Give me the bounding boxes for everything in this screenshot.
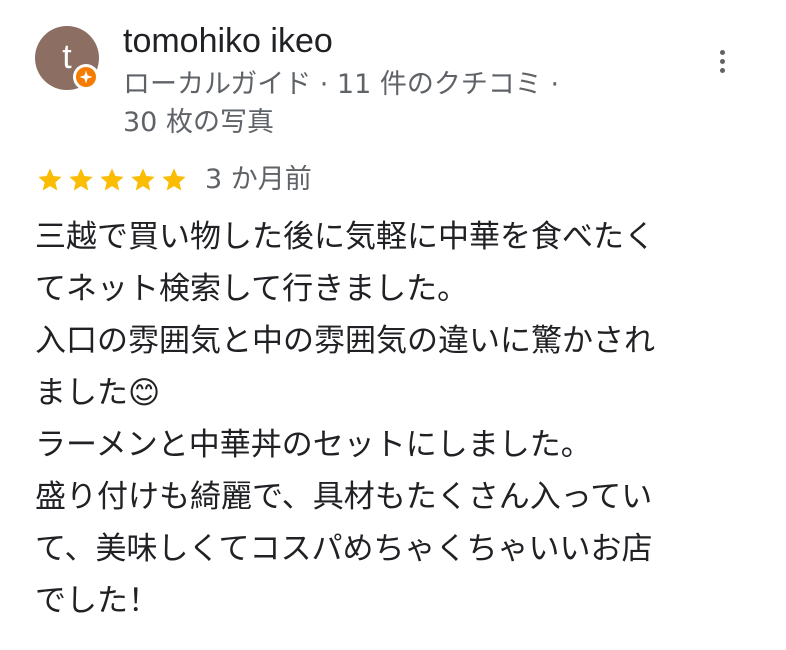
reviewer-meta-line: ローカルガイド · 11 件のクチコミ · <box>123 69 560 100</box>
reviewer-photo-count: 30 枚の写真 <box>123 107 274 138</box>
review-text-line: てネット検索して行きました。 <box>35 271 469 307</box>
star-icon <box>100 168 124 191</box>
review-text-line: ラーメンと中華丼のセットにしました。 <box>35 427 592 463</box>
reviewer-name[interactable]: tomohiko ikeo <box>123 22 333 61</box>
star-icon <box>38 168 62 191</box>
more-vert-icon <box>720 50 725 55</box>
review-text-line: 入口の雰囲気と中の雰囲気の違いに驚かされ <box>35 323 655 359</box>
local-guide-badge <box>73 64 99 90</box>
star-icon <box>162 168 186 191</box>
star-icon <box>131 168 155 191</box>
more-vert-icon-dot <box>720 68 725 73</box>
review-date: 3 か月前 <box>205 164 312 195</box>
more-vert-icon-dot <box>720 59 725 64</box>
more-options-button[interactable] <box>704 42 740 82</box>
avatar-initial: t <box>62 38 72 76</box>
reviewer-meta: ローカルガイド · 11 件のクチコミ · 30 枚の写真 <box>123 66 683 142</box>
local-guide-star-icon <box>76 67 96 87</box>
review-text-line: 盛り付けも綺麗で、具材もたくさん入ってい <box>35 479 653 515</box>
review-text-line: でした！ <box>35 583 159 619</box>
review-card: t tomohiko ikeo ローカルガイド · 11 件のクチコミ · 30… <box>0 0 786 650</box>
review-text: 三越で買い物した後に気軽に中華を食べたく てネット検索して行きました。入口の雰囲気… <box>35 211 755 627</box>
review-text-line: ました😊 <box>35 375 161 411</box>
star-icon <box>69 168 93 191</box>
star-rating <box>35 166 190 194</box>
review-text-line: 三越で買い物した後に気軽に中華を食べたく <box>35 219 655 255</box>
review-text-line: て、美味しくてコスパめちゃくちゃいいお店 <box>35 531 653 567</box>
